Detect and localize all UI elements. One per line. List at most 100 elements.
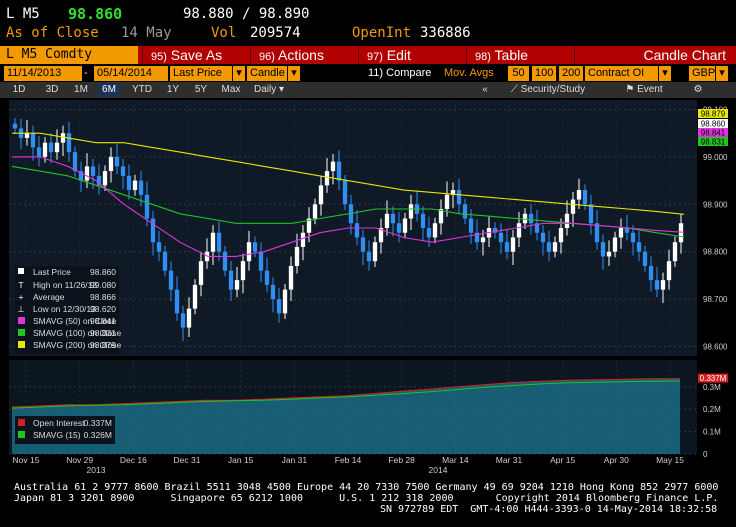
candle-body [606, 251, 612, 257]
chart-area[interactable]: 99.10099.00098.90098.80098.70098.6000.33… [0, 98, 736, 475]
table-button[interactable]: 98) Table [466, 46, 574, 64]
candle-chart-svg[interactable]: 99.10099.00098.90098.80098.70098.6000.33… [0, 98, 736, 475]
candle-body [276, 299, 282, 314]
mov-avgs-label: Mov. Avgs [444, 67, 494, 79]
tab-1d[interactable]: 1D [8, 83, 30, 97]
date-separator: - [84, 67, 88, 79]
tab-1m[interactable]: 1M [70, 83, 92, 97]
chart-style-dropdown-icon[interactable]: ▾ [288, 66, 300, 81]
price-axis-label: 99.000 [703, 153, 728, 162]
oi-legend: Open Interest 0.337M SMAVG (15) 0.326M [15, 416, 115, 444]
candle-body [582, 190, 588, 205]
currency-dropdown-icon[interactable]: ▾ [716, 66, 728, 81]
start-date-input[interactable]: 11/14/2013 [4, 66, 82, 81]
ma-100-input[interactable]: 100 [532, 66, 556, 81]
candle-body [594, 223, 600, 243]
footer-line-3: SN 972789 EDT GMT-4:00 H444-3393-0 14-Ma… [380, 504, 718, 515]
event-label: Event [637, 84, 663, 95]
candle-body [228, 270, 234, 290]
candle-body [132, 180, 138, 191]
x-axis-label: Dec 16 [120, 455, 147, 465]
candle-body [174, 289, 180, 314]
save-as-button[interactable]: 95) Save As [142, 46, 250, 64]
candle-body [330, 161, 336, 172]
candle-body [36, 147, 42, 157]
sma200-swatch [18, 341, 25, 348]
currency-select[interactable]: GBP [689, 66, 715, 81]
tab-3d[interactable]: 3D [40, 83, 64, 97]
trend-icon: ⟋ [510, 84, 518, 95]
control-row: 11/14/2013 - 05/14/2014 Last Price ▾ Can… [0, 65, 736, 82]
candle-body [270, 284, 276, 300]
ma-200-input[interactable]: 200 [559, 66, 583, 81]
ma-50-input[interactable]: 50 [508, 66, 529, 81]
tab-max[interactable]: Max [218, 83, 244, 97]
candle-body [420, 213, 426, 228]
candle-body [444, 194, 450, 210]
sma100-swatch [18, 329, 25, 336]
chart-style-select[interactable]: Candle [247, 66, 287, 81]
candle-body [294, 246, 300, 266]
ticker-label: L M5 [6, 6, 40, 22]
sma50-swatch [18, 317, 25, 324]
edit-menu[interactable]: 97) Edit [358, 46, 466, 64]
open-interest-value: 336886 [420, 25, 471, 41]
contract-oi-select[interactable]: Contract OI [585, 66, 658, 81]
tab-6m[interactable]: 6M [98, 83, 120, 97]
legend-sma200-value: 98.879 [90, 340, 116, 350]
candle-body [42, 142, 48, 157]
legend-oi-label: Open Interest [33, 418, 85, 428]
x-axis-label: Apr 30 [604, 455, 629, 465]
candle-body [516, 223, 522, 238]
event-button[interactable]: ⚑ Event [622, 83, 666, 97]
candle-body [180, 313, 186, 328]
candle-body [72, 152, 78, 172]
legend-oi-sma-label: SMAVG (15) [33, 430, 81, 440]
end-date-input[interactable]: 05/14/2014 [94, 66, 168, 81]
legend-sma100-value: 98.831 [90, 328, 116, 338]
price-tags: 98.87998.86098.84198.831 [698, 109, 728, 147]
security-study-button[interactable]: ⟋ Security/Study [506, 83, 590, 97]
tab-ytd[interactable]: YTD [128, 83, 156, 97]
price-field-select[interactable]: Last Price [170, 66, 232, 81]
x-axis-label: Jan 31 [282, 455, 308, 465]
compare-button[interactable]: 11) Compare [368, 66, 438, 81]
legend-oi-value: 0.337M [84, 418, 112, 428]
settings-icon[interactable]: ⚙ [690, 83, 706, 97]
candle-body [138, 180, 144, 195]
candle-body [402, 218, 408, 233]
legend-low-label: Low on 12/30/13 [33, 304, 96, 314]
candle-body [246, 242, 252, 262]
price-tag-label: 98.860 [701, 120, 726, 129]
candle-body [672, 242, 678, 262]
tab-5y[interactable]: 5Y [190, 83, 212, 97]
last-price-swatch [18, 268, 24, 274]
legend-oi-sma-value: 0.326M [84, 430, 112, 440]
candle-body [318, 185, 324, 205]
x-axis-label: Mar 14 [442, 455, 469, 465]
candle-body [528, 213, 534, 224]
oi-tag-label: 0.337M [700, 374, 727, 383]
contract-dropdown-icon[interactable]: ▾ [659, 66, 671, 81]
security-field[interactable]: L M5 Comdty [0, 46, 138, 64]
candle-body [144, 194, 150, 219]
candle-body [630, 232, 636, 243]
actions-shortcut: 96) [259, 51, 275, 63]
candle-body [600, 242, 606, 257]
candle-body [162, 251, 168, 271]
candle-body [198, 261, 204, 285]
candle-body [24, 133, 30, 138]
volume-value: 209574 [250, 25, 301, 41]
frequency-select[interactable]: Daily ▾ [250, 83, 300, 97]
candle-body [168, 270, 174, 290]
save-as-label: Save As [170, 47, 223, 63]
candle-body [552, 242, 558, 252]
candle-body [324, 171, 330, 186]
year-label: 2014 [429, 465, 448, 473]
bid-ask: 98.880 / 98.890 [183, 6, 310, 22]
price-field-dropdown-icon[interactable]: ▾ [233, 66, 245, 81]
tab-1y[interactable]: 1Y [162, 83, 184, 97]
actions-menu[interactable]: 96) Actions [250, 46, 358, 64]
candle-body [624, 228, 630, 233]
nav-left-icon[interactable]: « [478, 83, 492, 97]
